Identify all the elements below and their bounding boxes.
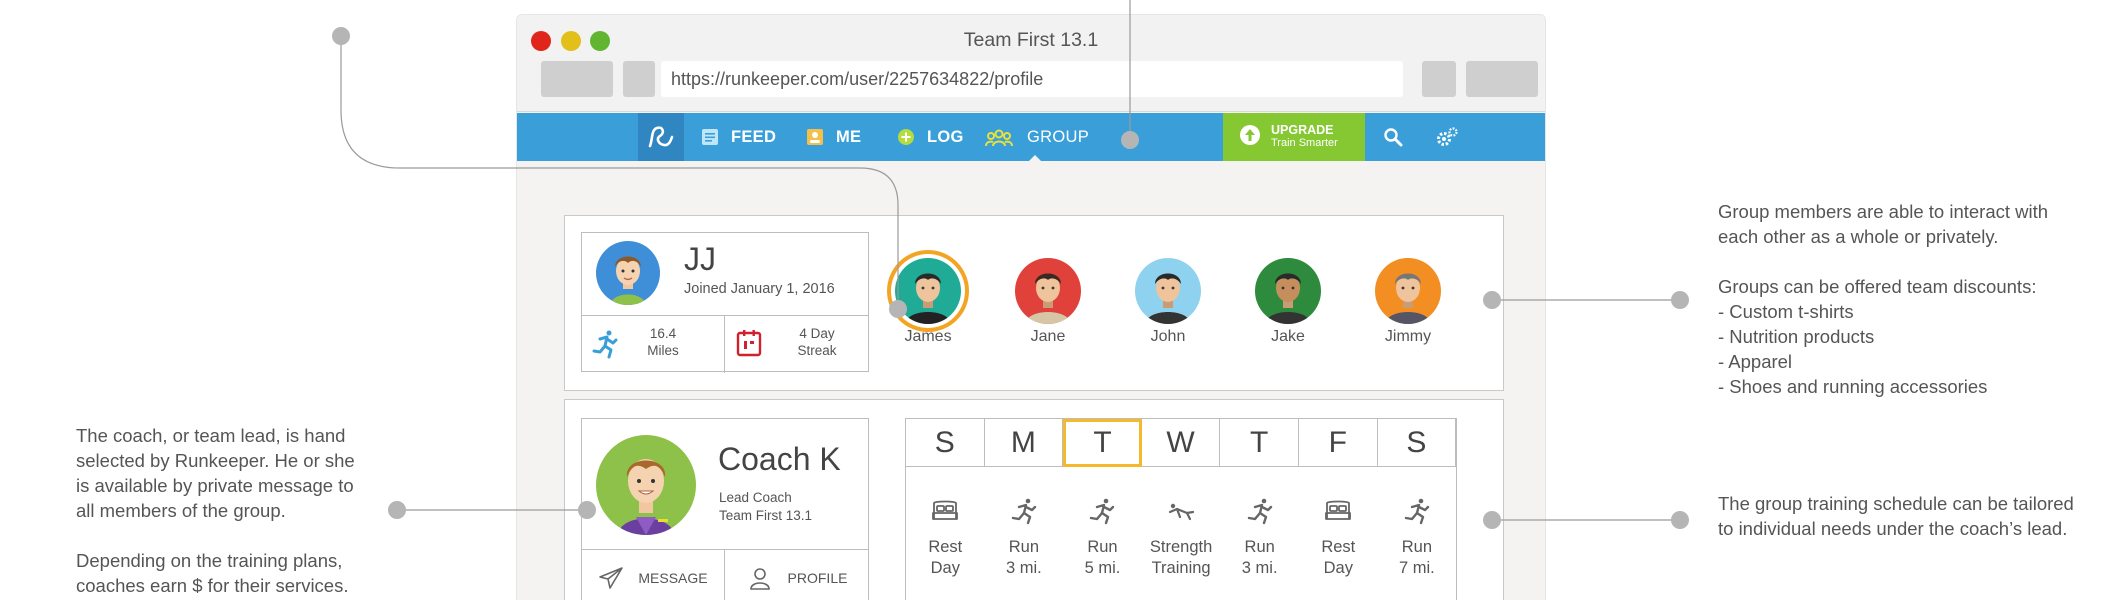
card-divider — [582, 315, 868, 316]
coach-annotation: The coach, or team lead, is hand selecte… — [76, 425, 355, 596]
member-avatar[interactable] — [895, 258, 961, 324]
member-avatar[interactable] — [1135, 258, 1201, 324]
upgrade-title: UPGRADE — [1271, 123, 1334, 137]
coach-avatar[interactable] — [596, 435, 696, 535]
user-profile-card: JJ Joined January 1, 2016 16.4 Miles 4 D… — [581, 232, 869, 373]
member-name: Jane — [1030, 328, 1066, 345]
streak-label: Streak — [797, 343, 837, 358]
activity-label: Run 3 mi. — [1006, 538, 1042, 577]
card-divider-vertical — [724, 315, 725, 373]
coach-schedule-panel: Coach K Lead Coach Team First 13.1 MESSA… — [564, 399, 1504, 600]
calendar-streak-icon — [736, 329, 762, 362]
user-avatar[interactable] — [596, 241, 660, 305]
activity-label: Strength Training — [1149, 538, 1213, 577]
feed-icon — [701, 128, 719, 146]
active-tab-caret — [1027, 155, 1043, 163]
nav-me[interactable]: ME — [806, 113, 861, 161]
message-button[interactable]: MESSAGE — [582, 550, 724, 600]
toolbar-wide-button[interactable] — [1466, 61, 1538, 97]
schedule-annotation: The group training schedule can be tailo… — [1718, 493, 2074, 539]
user-joined-date: Joined January 1, 2016 — [684, 281, 835, 297]
coach-team: Team First 13.1 — [719, 508, 813, 523]
me-icon — [806, 128, 824, 146]
profile-label: PROFILE — [787, 570, 848, 586]
nav-log-label: LOG — [927, 127, 964, 146]
profile-button[interactable]: PROFILE — [725, 550, 870, 600]
search-icon[interactable] — [1383, 113, 1403, 161]
streak-stat: 4 Day Streak — [782, 325, 852, 359]
browser-window: Team First 13.1 https://runkeeper.com/us… — [516, 14, 1546, 600]
member-name: Jimmy — [1384, 328, 1432, 345]
runkeeper-logo-icon[interactable] — [638, 113, 684, 161]
activity-label: Rest Day — [1321, 538, 1356, 577]
nav-feed-label: FEED — [731, 127, 777, 146]
activity-label: Rest Day — [928, 538, 963, 577]
day-activity[interactable]: Run 3 mi. — [985, 467, 1064, 600]
back-button[interactable] — [541, 61, 613, 97]
forward-button[interactable] — [623, 61, 655, 97]
day-header[interactable]: W — [1141, 419, 1221, 467]
nav-group[interactable]: GROUP — [985, 113, 1089, 161]
upgrade-subtitle: Train Smarter — [1271, 137, 1338, 149]
gear-icon[interactable] — [1435, 113, 1459, 161]
nav-group-label: GROUP — [1027, 127, 1090, 146]
user-icon — [748, 566, 772, 590]
day-header[interactable]: T — [1063, 419, 1142, 467]
runner-icon — [592, 329, 618, 364]
streak-value: 4 Day — [799, 326, 835, 341]
log-plus-icon — [897, 128, 915, 146]
day-activity[interactable]: Run 5 mi. — [1063, 467, 1142, 600]
coach-card: Coach K Lead Coach Team First 13.1 MESSA… — [581, 418, 869, 600]
window-title: Team First 13.1 — [963, 29, 1099, 51]
day-activity[interactable]: Strength Training — [1142, 467, 1221, 600]
activity-label: Run 7 mi. — [1399, 538, 1435, 577]
main-navbar: FEED ME LOG GROUP UPGRADE Train Smarter — [517, 113, 1545, 161]
day-header[interactable]: T — [1220, 419, 1299, 467]
day-activity[interactable]: Run 7 mi. — [1378, 467, 1457, 600]
member-name: James — [904, 328, 952, 345]
coach-info: Lead Coach Team First 13.1 — [719, 489, 812, 525]
training-schedule: S Rest Day M Run 3 mi. T Run 5 mi. W Strength T… — [905, 418, 1457, 600]
day-header[interactable]: S — [906, 419, 985, 467]
coach-name: Coach K — [718, 441, 841, 477]
paper-plane-icon — [598, 566, 624, 590]
nav-feed[interactable]: FEED — [701, 113, 776, 161]
miles-stat: 16.4 Miles — [628, 325, 698, 359]
day-header[interactable]: S — [1377, 419, 1457, 467]
member-name: John — [1150, 328, 1186, 345]
member-avatar[interactable] — [1015, 258, 1081, 324]
member-avatar[interactable] — [1255, 258, 1321, 324]
upgrade-arrow-icon — [1239, 124, 1261, 151]
nav-me-label: ME — [836, 127, 862, 146]
member-avatar[interactable] — [1375, 258, 1441, 324]
toolbar-button[interactable] — [1422, 61, 1456, 97]
activity-label: Run 5 mi. — [1084, 538, 1121, 577]
miles-label: Miles — [647, 343, 679, 358]
day-header[interactable]: M — [984, 419, 1064, 467]
miles-value: 16.4 — [649, 326, 677, 341]
url-bar[interactable]: https://runkeeper.com/user/2257634822/pr… — [661, 61, 1403, 97]
upgrade-button[interactable]: UPGRADE Train Smarter — [1223, 113, 1365, 161]
activity-label: Run 3 mi. — [1241, 538, 1278, 577]
message-label: MESSAGE — [638, 570, 708, 586]
nav-log[interactable]: LOG — [897, 113, 964, 161]
day-activity[interactable]: Rest Day — [906, 467, 985, 600]
member-name: Jake — [1271, 328, 1305, 345]
group-members-annotation: Group members are able to interact with … — [1718, 201, 2049, 397]
browser-chrome: Team First 13.1 https://runkeeper.com/us… — [517, 15, 1545, 112]
day-header[interactable]: F — [1299, 419, 1378, 467]
day-activity[interactable]: Run 3 mi. — [1220, 467, 1299, 600]
coach-role: Lead Coach — [719, 490, 792, 505]
user-name: JJ — [684, 241, 716, 277]
day-activity[interactable]: Rest Day — [1299, 467, 1378, 600]
group-members-panel: JJ Joined January 1, 2016 16.4 Miles 4 D… — [564, 215, 1504, 391]
group-icon — [985, 128, 1013, 147]
